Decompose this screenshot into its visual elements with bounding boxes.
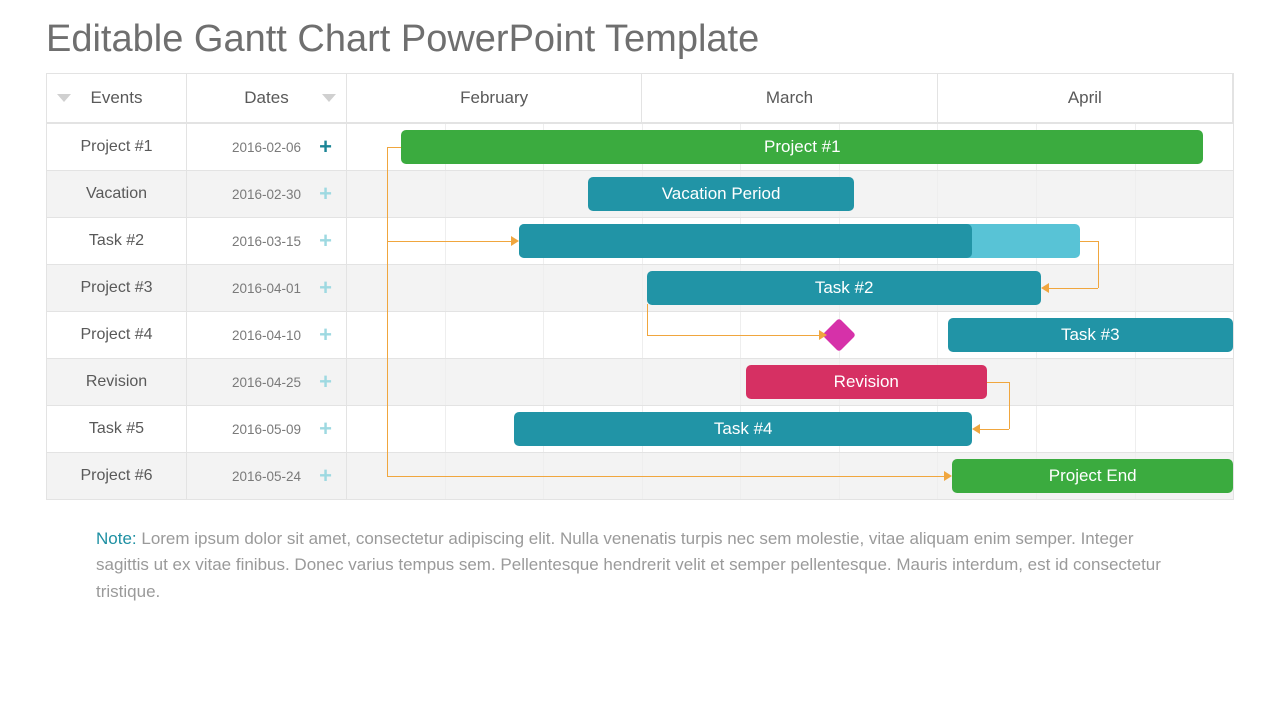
connector-line [387, 241, 511, 242]
event-cell: Project #1 [47, 123, 187, 170]
gantt-bar[interactable]: Task #3 [948, 318, 1233, 352]
timeline-cell: Vacation Period [347, 170, 1233, 217]
event-cell: Revision [47, 358, 187, 405]
connector-arrow-icon [972, 424, 980, 434]
note-text: Lorem ipsum dolor sit amet, consectetur … [96, 529, 1161, 601]
event-cell: Task #2 [47, 217, 187, 264]
connector-arrow-icon [1041, 283, 1049, 293]
timeline-cell: Task #2 [347, 264, 1233, 311]
connector-line [647, 304, 648, 335]
chevron-down-icon[interactable] [322, 94, 336, 102]
gantt-row: Task #22016-03-15+Task #1 [47, 217, 1233, 264]
gantt-bar[interactable]: Task #2 [647, 271, 1041, 305]
event-cell: Vacation [47, 170, 187, 217]
header-dates[interactable]: Dates [187, 73, 347, 123]
gantt-row: Revision2016-04-25+Revision [47, 358, 1233, 405]
event-cell: Project #6 [47, 452, 187, 499]
connector-line [387, 476, 944, 477]
expand-icon[interactable]: + [319, 418, 332, 440]
footer-note: Note: Lorem ipsum dolor sit amet, consec… [96, 526, 1184, 605]
slide-title: Editable Gantt Chart PowerPoint Template [46, 18, 1234, 61]
date-cell: 2016-05-09+ [187, 405, 347, 452]
gantt-bar[interactable]: Revision [746, 365, 987, 399]
connector-line [647, 335, 821, 336]
event-cell: Project #3 [47, 264, 187, 311]
gantt-bar[interactable]: Project End [952, 459, 1233, 493]
connector-line [1098, 241, 1099, 288]
timeline-cell: Revision [347, 358, 1233, 405]
connector-line [978, 429, 1009, 430]
date-cell: 2016-02-06+ [187, 123, 347, 170]
gantt-row: Vacation2016-02-30+ Vacation Period [47, 170, 1233, 217]
expand-icon[interactable]: + [319, 371, 332, 393]
date-cell: 2016-02-30+ [187, 170, 347, 217]
connector-line [1009, 382, 1010, 429]
header-month: March [642, 73, 937, 123]
date-cell: 2016-04-25+ [187, 358, 347, 405]
event-cell: Project #4 [47, 311, 187, 358]
expand-icon[interactable]: + [319, 136, 332, 158]
date-cell: 2016-04-10+ [187, 311, 347, 358]
timeline-cell: Project #1 [347, 123, 1233, 170]
connector-line [987, 382, 1009, 383]
date-cell: 2016-04-01+ [187, 264, 347, 311]
gantt-bar[interactable]: Vacation Period [588, 177, 854, 211]
connector-line [387, 147, 388, 476]
chevron-down-icon[interactable] [57, 94, 71, 102]
gantt-bar[interactable]: Task #4 [514, 412, 972, 446]
gantt-bar[interactable] [519, 224, 972, 258]
header-month: April [938, 73, 1233, 123]
connector-arrow-icon [819, 330, 827, 340]
connector-line [387, 147, 401, 148]
gantt-bar[interactable]: Project #1 [401, 130, 1203, 164]
connector-line [1080, 241, 1098, 242]
date-cell: 2016-05-24+ [187, 452, 347, 499]
expand-icon[interactable]: + [319, 277, 332, 299]
connector-line [1047, 288, 1098, 289]
gantt-row: Project #12016-02-06+Project #1 [47, 123, 1233, 170]
expand-icon[interactable]: + [319, 465, 332, 487]
timeline-cell: Task #4 [347, 405, 1233, 452]
header-events-label: Events [91, 88, 143, 108]
connector-arrow-icon [511, 236, 519, 246]
connector-arrow-icon [944, 471, 952, 481]
header-dates-label: Dates [244, 88, 288, 108]
header-events[interactable]: Events [47, 73, 187, 123]
gantt-row: Task #52016-05-09+ Task #4 [47, 405, 1233, 452]
gantt-row: Project #42016-04-10+ Task #3 [47, 311, 1233, 358]
expand-icon[interactable]: + [319, 183, 332, 205]
expand-icon[interactable]: + [319, 324, 332, 346]
event-cell: Task #5 [47, 405, 187, 452]
gantt-chart: Events Dates FebruaryMarchApril Project … [46, 73, 1234, 500]
date-cell: 2016-03-15+ [187, 217, 347, 264]
expand-icon[interactable]: + [319, 230, 332, 252]
header-month: February [347, 73, 642, 123]
note-label: Note: [96, 529, 137, 548]
gantt-header: Events Dates FebruaryMarchApril [47, 73, 1233, 123]
